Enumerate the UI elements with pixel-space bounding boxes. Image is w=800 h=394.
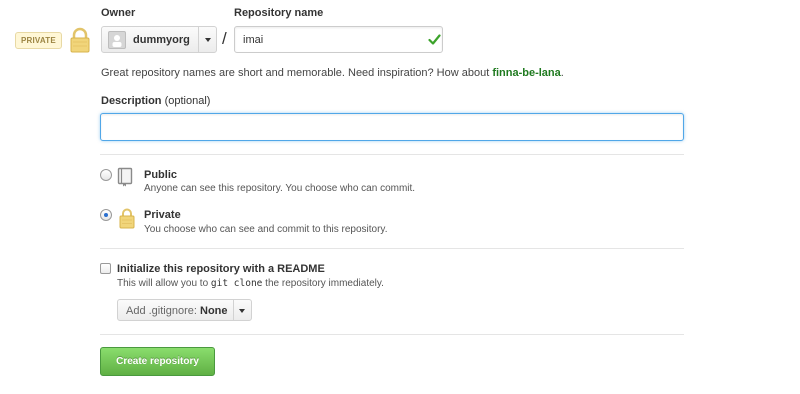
description-optional: (optional) [164, 95, 211, 107]
public-title: Public [144, 169, 178, 181]
private-radio[interactable] [100, 209, 112, 221]
divider [100, 248, 684, 249]
public-radio[interactable] [100, 169, 112, 181]
repo-name-value: imai [243, 34, 264, 46]
private-description: You choose who can see and commit to thi… [144, 224, 388, 235]
caret-down-icon[interactable] [239, 309, 245, 313]
owner-select-divider [198, 27, 199, 52]
gitignore-divider [233, 300, 234, 320]
create-repository-button[interactable]: Create repository [100, 347, 215, 376]
lock-icon [67, 27, 93, 56]
readme-description: This will allow you to git clone the rep… [117, 278, 384, 289]
description-label: Description (optional) [101, 95, 210, 107]
readme-desc-code: git clone [210, 278, 263, 289]
readme-desc-after: the repository immediately. [262, 278, 384, 289]
hint-suffix: . [560, 67, 564, 79]
divider [100, 334, 684, 335]
hint-text: Great repository names are short and mem… [101, 67, 493, 79]
owner-repo-separator: / [222, 29, 227, 48]
organization-avatar [108, 31, 126, 49]
private-title: Private [144, 209, 181, 221]
repo-book-icon [117, 167, 135, 190]
caret-down-icon[interactable] [205, 38, 211, 42]
private-badge: PRIVATE [15, 32, 62, 49]
readme-title[interactable]: Initialize this repository with a README [117, 263, 325, 275]
repo-name-label: Repository name [234, 7, 324, 19]
readme-checkbox[interactable] [100, 263, 111, 274]
divider [100, 154, 684, 155]
description-label-text: Description [101, 95, 162, 107]
name-suggestion[interactable]: finna-be-lana [492, 67, 560, 79]
repo-name-hint: Great repository names are short and mem… [101, 67, 564, 79]
public-description: Anyone can see this repository. You choo… [144, 183, 416, 194]
gitignore-text: Add .gitignore: None [126, 305, 228, 317]
check-icon [428, 33, 441, 49]
description-input[interactable] [100, 113, 684, 141]
owner-select[interactable]: dummyorg [101, 26, 217, 53]
lock-icon [118, 207, 136, 232]
gitignore-label: Add .gitignore: [126, 305, 197, 317]
owner-label: Owner [101, 7, 136, 19]
repo-name-input[interactable]: imai [234, 26, 443, 53]
gitignore-value: None [200, 305, 228, 317]
owner-name: dummyorg [133, 34, 190, 46]
gitignore-select[interactable]: Add .gitignore: None [117, 299, 252, 321]
readme-desc-before: This will allow you to [117, 278, 211, 289]
